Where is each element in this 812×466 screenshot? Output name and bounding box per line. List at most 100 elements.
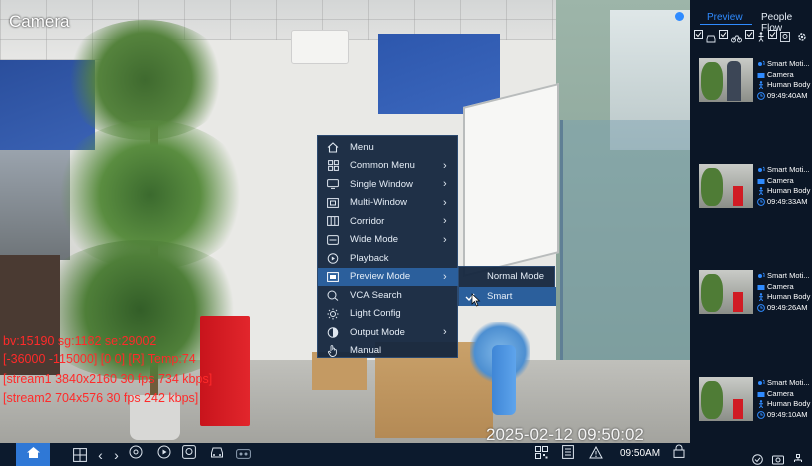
chevron-right-icon: › [443,270,447,283]
thumbnail-plant [701,381,723,419]
checkbox-checked-icon[interactable] [719,29,728,39]
camera-icon [757,390,765,398]
chevron-right-icon: › [443,233,447,246]
check-circle-icon[interactable] [752,452,763,465]
tab-preview[interactable]: Preview [707,12,743,23]
vehicle-icon[interactable] [706,30,716,42]
camera-title: Camera [9,12,70,31]
clock-icon [757,197,765,206]
layout-grid-button[interactable] [72,447,87,462]
context-menu: Menu Common Menu › Single Window › Multi… [317,135,459,361]
menu-item-output-mode[interactable]: Output Mode › [318,323,459,342]
event-target: Human Body [767,186,811,195]
submenu-item-normal-mode[interactable]: Normal Mode [459,267,556,286]
face-icon[interactable] [780,29,790,42]
event-source: Camera [767,69,794,79]
human-body-icon [757,400,765,409]
osd-line: [-36000 -115000] [0 0] [R] Temp:74 [3,352,196,366]
clock-icon [757,303,765,312]
camera-icon [757,177,765,185]
motion-detect-icon [757,166,765,174]
filter-icons-row [694,28,812,42]
multi-window-icon [326,197,340,208]
hand-icon [326,344,340,357]
tab-underline [700,24,752,25]
qr-code-icon [535,445,548,464]
search-icon [326,290,340,301]
camera-icon [757,71,765,79]
motion-detect-icon [757,379,765,387]
previous-button[interactable]: ‹ [93,446,108,463]
home-button[interactable] [16,443,50,466]
playback-icon [157,445,171,464]
next-button[interactable]: › [109,447,124,463]
osd-line: [stream2 704x576 30 fps 242 kbps] [3,391,199,405]
menu-item-multi-window[interactable]: Multi-Window › [318,194,459,213]
bicycle-icon[interactable] [731,30,742,42]
nvr-live-view: Camera bv:15190 sg:1182 se:29002 [-36000… [0,0,812,466]
network-icon[interactable] [793,452,803,463]
menu-item-manual[interactable]: Manual [318,342,459,361]
chevron-right-icon: › [443,215,447,228]
event-list-button[interactable] [560,445,575,464]
menu-item-label: Light Config [350,308,401,320]
menu-item-common-menu[interactable]: Common Menu › [318,157,459,176]
face-detection-button[interactable] [181,445,196,464]
menu-item-label: Output Mode [350,326,405,338]
event-time: 09:49:40AM [767,90,808,100]
settings-icon[interactable] [797,29,807,41]
checkbox-checked-icon[interactable] [745,29,754,39]
menu-item-light-config[interactable]: Light Config [318,305,459,324]
snapshot-icon[interactable] [772,452,784,465]
event-source: Camera [767,175,794,185]
checkbox-checked-icon[interactable] [768,29,777,39]
qr-code-button[interactable] [534,445,549,464]
vehicle-detection-button[interactable] [209,447,224,462]
event-info: Smart Moti... Camera Human Body 09:49:33… [757,165,810,207]
event-thumbnail[interactable] [699,58,753,102]
home-icon [26,446,41,464]
menu-item-label: Multi-Window [350,197,408,209]
record-indicator-dot [675,12,684,21]
lock-button[interactable] [671,444,686,461]
ptz-button[interactable] [128,445,143,462]
event-thumbnail[interactable] [699,270,753,314]
menu-item-label: Common Menu [350,160,415,172]
panel-footer-icons [752,451,812,465]
menu-item-single-window[interactable]: Single Window › [318,175,459,194]
clock-icon [757,91,765,100]
event-type: Smart Moti... [767,165,810,174]
face-icon [181,445,196,464]
corridor-icon [326,216,340,227]
vehicle-icon [210,446,224,464]
chevron-left-icon: ‹ [98,446,103,463]
menu-item-corridor[interactable]: Corridor › [318,212,459,231]
event-time: 09:49:33AM [767,196,808,206]
chevron-right-icon: › [443,178,447,191]
wide-mode-icon [326,234,340,245]
preview-mode-icon [326,271,340,282]
submenu-item-label: Normal Mode [487,271,545,282]
menu-item-vca-search[interactable]: VCA Search [318,286,459,305]
thumbnail-plant [701,62,723,100]
record-button[interactable] [236,447,251,462]
alarm-button[interactable] [588,445,603,462]
list-icon [561,445,574,464]
event-thumbnail[interactable] [699,377,753,421]
menu-item-label: Playback [350,252,389,264]
clock-icon [757,410,765,419]
person-icon[interactable] [757,29,765,42]
human-body-icon [757,293,765,302]
chevron-right-icon: › [443,326,447,339]
checkbox-checked-icon[interactable] [694,29,703,39]
output-mode-icon [326,326,340,338]
menu-item-playback[interactable]: Playback [318,249,459,268]
menu-item-wide-mode[interactable]: Wide Mode › [318,231,459,250]
playback-button[interactable] [156,445,171,464]
event-type: Smart Moti... [767,271,810,280]
event-thumbnail[interactable] [699,164,753,208]
menu-item-menu[interactable]: Menu [318,138,459,157]
menu-item-preview-mode[interactable]: Preview Mode › [318,267,459,286]
motion-detect-icon [757,272,765,280]
thumbnail-cabinet [733,292,743,312]
